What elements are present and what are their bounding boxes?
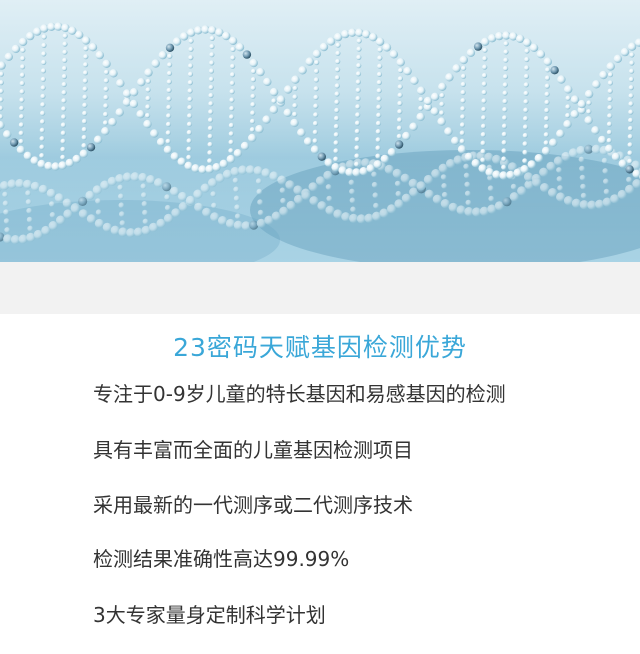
dna-banner-image [0, 0, 640, 262]
feature-item: 采用最新的一代测序或二代测序技术 [93, 493, 413, 517]
feature-item: 专注于0-9岁儿童的特长基因和易感基因的检测 [93, 382, 506, 406]
dna-helix-illustration [0, 0, 640, 262]
feature-item: 检测结果准确性高达99.99% [93, 547, 350, 571]
banner-bottom-band [0, 262, 640, 314]
feature-item: 3大专家量身定制科学计划 [93, 603, 326, 627]
section-title: 23密码天赋基因检测优势 [173, 333, 467, 362]
feature-item: 具有丰富而全面的儿童基因检测项目 [93, 438, 413, 462]
